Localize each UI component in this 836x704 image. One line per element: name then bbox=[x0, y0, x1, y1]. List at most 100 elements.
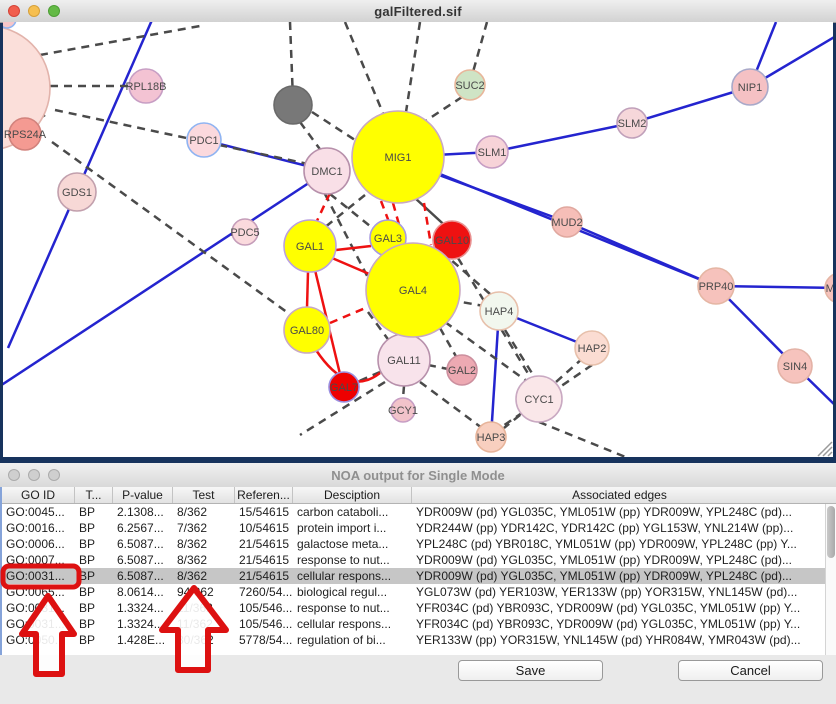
column-header-description[interactable]: Desciption bbox=[293, 487, 412, 503]
zoom-icon[interactable] bbox=[48, 469, 60, 481]
table-row[interactable]: GO:0031...BP1.3324...11/362105/546...cel… bbox=[2, 616, 836, 632]
edge-pd bbox=[556, 358, 583, 382]
table-cell-type: BP bbox=[75, 600, 113, 616]
node-label: GAL1 bbox=[296, 241, 324, 253]
minimize-icon[interactable] bbox=[28, 5, 40, 17]
node-label: NIP1 bbox=[738, 82, 762, 94]
edge-pp bbox=[492, 123, 632, 152]
noa-titlebar[interactable]: NOA output for Single Mode bbox=[0, 463, 836, 488]
table-row[interactable]: GO:0065...BP8.0614...94/3627260/54...bio… bbox=[2, 584, 836, 600]
table-cell-test: 94/362 bbox=[173, 584, 235, 600]
network-canvas[interactable]: RPL18BRPS24AGDS1PDC1PDC5DMC1MIG1SUC2SLM1… bbox=[3, 22, 833, 457]
node-label: GAL11 bbox=[387, 355, 420, 367]
node-label: SLM1 bbox=[478, 147, 507, 159]
node-label: DMC1 bbox=[311, 166, 342, 178]
edge-pd bbox=[428, 365, 448, 369]
column-header-type[interactable]: T... bbox=[75, 487, 113, 503]
edge-reddash bbox=[316, 193, 330, 223]
table-cell-edges: YFR034C (pd) YBR093C, YDR009W (pd) YGL03… bbox=[412, 616, 827, 632]
table-row[interactable]: GO:0045...BP2.1308...8/36215/54615carbon… bbox=[2, 504, 836, 520]
resize-grip[interactable] bbox=[818, 442, 832, 456]
table-cell-description: carbon cataboli... bbox=[293, 504, 412, 520]
column-header-pvalue[interactable]: P-value bbox=[113, 487, 173, 503]
table-cell-description: regulation of bi... bbox=[293, 632, 412, 648]
table-cell-pvalue: 6.5087... bbox=[113, 536, 173, 552]
node-label: GAL3 bbox=[374, 233, 402, 245]
table-cell-edges: YDR244W (pp) YDR142C, YDR142C (pp) YGL15… bbox=[412, 520, 827, 536]
table-cell-pvalue: 2.1308... bbox=[113, 504, 173, 520]
table-cell-reference: 5778/54... bbox=[235, 632, 293, 648]
edge-reddash bbox=[381, 201, 389, 222]
table-cell-test: 11/362 bbox=[173, 616, 235, 632]
table-cell-reference: 7260/54... bbox=[235, 584, 293, 600]
node-corner[interactable] bbox=[3, 22, 16, 28]
table-row[interactable]: GO:0031...BP6.5087...8/36221/54615cellul… bbox=[2, 568, 836, 584]
table-cell-edges: YDR009W (pd) YGL035C, YML051W (pp) YDR00… bbox=[412, 504, 827, 520]
edge-pd bbox=[324, 195, 365, 228]
minimize-icon[interactable] bbox=[28, 469, 40, 481]
zoom-icon[interactable] bbox=[48, 5, 60, 17]
edge-pd bbox=[440, 328, 458, 360]
column-header-edges[interactable]: Associated edges bbox=[412, 487, 827, 503]
node-label: GAL2 bbox=[448, 365, 476, 377]
node-label: HAP4 bbox=[485, 306, 514, 318]
table-row[interactable]: GO:0006...BP6.5087...8/36221/54615galact… bbox=[2, 536, 836, 552]
save-button[interactable]: Save bbox=[458, 660, 603, 681]
node-label: PDC5 bbox=[230, 227, 259, 239]
edge-pp bbox=[3, 171, 327, 386]
table-cell-goid: GO:0045... bbox=[2, 504, 75, 520]
edge-pd bbox=[345, 22, 385, 118]
network-canvas-area[interactable]: RPL18BRPS24AGDS1PDC1PDC5DMC1MIG1SUC2SLM1… bbox=[3, 22, 833, 457]
table-cell-goid: GO:0007... bbox=[2, 552, 75, 568]
table-cell-edges: YER133W (pp) YOR315W, YNL145W (pd) YHR08… bbox=[412, 632, 827, 648]
table-cell-test: 8/362 bbox=[173, 536, 235, 552]
node-label: GDS1 bbox=[62, 187, 92, 199]
column-header-goid[interactable]: GO ID bbox=[2, 487, 75, 503]
edge-pd bbox=[473, 22, 487, 72]
node-label: PRP40 bbox=[699, 281, 734, 293]
table-cell-type: BP bbox=[75, 584, 113, 600]
network-window: galFiltered.sif RPL18BRPS24AGDS1PDC1PDC5… bbox=[0, 0, 836, 461]
network-titlebar[interactable]: galFiltered.sif bbox=[0, 0, 836, 23]
table-row[interactable]: GO:0050...BP1.428E...80/3625778/54...reg… bbox=[2, 632, 836, 648]
noa-window: NOA output for Single Mode GO IDT...P-va… bbox=[0, 463, 836, 704]
table-row[interactable]: GO:0016...BP6.2567...7/36210/54615protei… bbox=[2, 520, 836, 536]
node-label: HAP3 bbox=[477, 432, 506, 444]
table-cell-goid: GO:0016... bbox=[2, 520, 75, 536]
window-title: galFiltered.sif bbox=[0, 4, 836, 19]
table-cell-reference: 21/54615 bbox=[235, 552, 293, 568]
table-cell-goid: GO:0031... bbox=[2, 568, 75, 584]
cancel-button[interactable]: Cancel bbox=[678, 660, 823, 681]
table-cell-pvalue: 6.5087... bbox=[113, 552, 173, 568]
edge-pd bbox=[312, 112, 355, 140]
table-cell-pvalue: 6.2567... bbox=[113, 520, 173, 536]
close-icon[interactable] bbox=[8, 5, 20, 17]
node-label: MUD2 bbox=[551, 217, 582, 229]
column-header-reference[interactable]: Referen... bbox=[235, 487, 293, 503]
close-icon[interactable] bbox=[8, 469, 20, 481]
table-cell-test: 8/362 bbox=[173, 552, 235, 568]
node-label: MIG1 bbox=[385, 152, 412, 164]
node-label: RPS24A bbox=[4, 129, 47, 141]
node-label: CYC1 bbox=[524, 394, 553, 406]
node-label: GAL7 bbox=[330, 382, 358, 394]
table-cell-goid: GO:0031... bbox=[2, 600, 75, 616]
column-header-test[interactable]: Test bbox=[173, 487, 235, 503]
results-table: GO IDT...P-valueTestReferen...Desciption… bbox=[0, 487, 836, 655]
table-cell-goid: GO:0031... bbox=[2, 616, 75, 632]
edge-pd bbox=[40, 26, 200, 55]
table-row[interactable]: GO:0031...BP1.3324...11/362105/546...res… bbox=[2, 600, 836, 616]
node-label: GAL4 bbox=[399, 285, 427, 297]
table-cell-reference: 105/546... bbox=[235, 600, 293, 616]
table-scrollbar[interactable] bbox=[825, 504, 836, 655]
table-row[interactable]: GO:0007...BP6.5087...8/36221/54615respon… bbox=[2, 552, 836, 568]
table-cell-edges: YDR009W (pd) YGL035C, YML051W (pp) YDR00… bbox=[412, 568, 827, 584]
node-gray-node[interactable] bbox=[274, 86, 312, 124]
table-cell-pvalue: 1.3324... bbox=[113, 616, 173, 632]
scrollbar-thumb[interactable] bbox=[827, 506, 835, 558]
table-cell-test: 8/362 bbox=[173, 568, 235, 584]
table-cell-type: BP bbox=[75, 552, 113, 568]
node-label: MSL1 bbox=[826, 283, 833, 295]
edge-pd bbox=[406, 22, 420, 112]
node-label: SLM2 bbox=[618, 118, 647, 130]
